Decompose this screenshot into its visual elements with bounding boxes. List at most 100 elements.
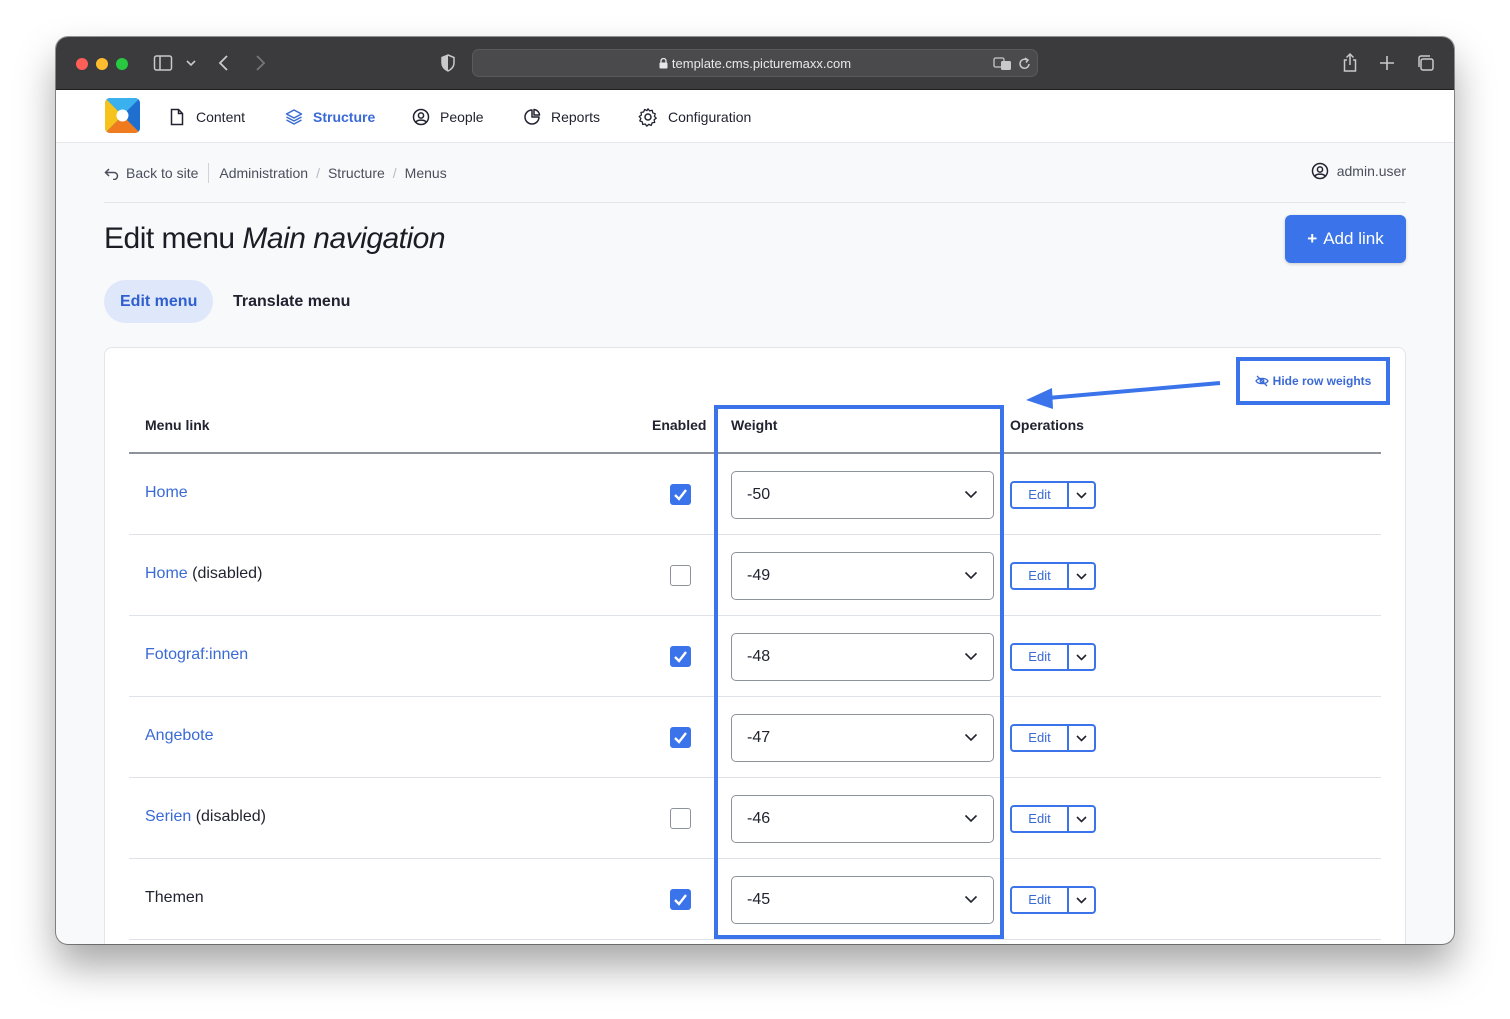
nav-reports[interactable]: Reports [523, 90, 600, 143]
chevron-down-icon [1076, 653, 1087, 661]
chevron-down-icon [964, 814, 978, 823]
share-icon[interactable] [1341, 51, 1359, 75]
operations-toggle-button[interactable] [1069, 483, 1094, 507]
breadcrumb-menus[interactable]: Menus [405, 165, 447, 181]
operations-toggle-button[interactable] [1069, 726, 1094, 750]
address-bar[interactable]: template.cms.picturemaxx.com [472, 49, 1038, 77]
weight-select[interactable]: -49 [731, 552, 994, 600]
menu-link[interactable]: Home [145, 565, 188, 582]
back-arrow-icon [104, 168, 119, 180]
breadcrumb-structure[interactable]: Structure [328, 165, 385, 181]
new-tab-icon[interactable] [1378, 51, 1396, 75]
chevron-down-icon [1076, 491, 1087, 499]
table-row: Themen -45 Edit [129, 859, 1381, 940]
weight-value: -49 [747, 567, 771, 584]
forward-arrow-icon[interactable] [252, 51, 268, 75]
lock-icon [659, 50, 668, 78]
enabled-checkbox[interactable] [670, 484, 691, 505]
nav-structure[interactable]: Structure [285, 90, 375, 143]
chevron-down-icon [1076, 734, 1087, 742]
zoom-window-button[interactable] [116, 58, 128, 70]
edit-button[interactable]: Edit [1012, 888, 1069, 912]
browser-window: template.cms.picturemaxx.com Content Str… [56, 37, 1454, 944]
check-icon [674, 489, 687, 501]
minimize-window-button[interactable] [96, 58, 108, 70]
back-to-site-link[interactable]: Back to site [104, 163, 210, 183]
weight-select[interactable]: -47 [731, 714, 994, 762]
weight-select[interactable]: -45 [731, 876, 994, 924]
enabled-checkbox[interactable] [670, 808, 691, 829]
menu-link-title: Home [145, 484, 188, 502]
edit-button[interactable]: Edit [1012, 807, 1069, 831]
shield-icon[interactable] [439, 51, 457, 75]
check-icon [674, 732, 687, 744]
menu-link[interactable]: Serien [145, 808, 191, 825]
url-text: template.cms.picturemaxx.com [671, 56, 852, 71]
menu-link[interactable]: Home [145, 484, 188, 501]
close-window-button[interactable] [76, 58, 88, 70]
enabled-checkbox[interactable] [670, 889, 691, 910]
operations-toggle-button[interactable] [1069, 888, 1094, 912]
page-title: Edit menu Main navigation [104, 222, 446, 256]
menu-link-title: Angebote [145, 727, 214, 745]
layers-icon [285, 108, 303, 125]
nav-configuration[interactable]: Configuration [638, 90, 751, 143]
user-menu[interactable]: admin.user [1311, 162, 1406, 180]
pie-chart-icon [524, 108, 541, 125]
reload-icon[interactable] [1018, 52, 1032, 76]
enabled-checkbox[interactable] [670, 565, 691, 586]
add-link-button[interactable]: + Add link [1285, 215, 1406, 263]
chevron-down-icon [964, 733, 978, 742]
table-row: Fotograf:innen -48 Edit [129, 616, 1381, 697]
weight-select[interactable]: -46 [731, 795, 994, 843]
file-icon [170, 108, 184, 125]
check-icon [674, 651, 687, 663]
edit-button[interactable]: Edit [1012, 483, 1069, 507]
menu-link[interactable]: Angebote [145, 727, 214, 744]
back-to-site-label: Back to site [126, 165, 199, 181]
user-circle-icon [1311, 162, 1328, 180]
admin-toolbar: Content Structure People Reports Configu… [56, 90, 1454, 143]
hide-row-weights-label: Hide row weights [1272, 374, 1372, 388]
weight-select[interactable]: -48 [731, 633, 994, 681]
page-title-menu-name: Main navigation [242, 222, 446, 255]
enabled-checkbox[interactable] [670, 727, 691, 748]
operations-dropbutton: Edit [1010, 481, 1096, 509]
hide-row-weights-button[interactable]: Hide row weights [1236, 357, 1390, 405]
operations-toggle-button[interactable] [1069, 807, 1094, 831]
gear-icon [638, 107, 657, 127]
nav-content[interactable]: Content [168, 90, 245, 143]
nav-reports-label: Reports [551, 108, 601, 125]
weight-value: -47 [747, 729, 771, 746]
chevron-down-icon [1076, 572, 1087, 580]
menu-link[interactable]: Fotograf:innen [145, 646, 248, 663]
operations-dropbutton: Edit [1010, 562, 1096, 590]
edit-button[interactable]: Edit [1012, 645, 1069, 669]
chevron-down-icon [964, 895, 978, 904]
operations-toggle-button[interactable] [1069, 564, 1094, 588]
weight-select[interactable]: -50 [731, 471, 994, 519]
operations-dropbutton: Edit [1010, 805, 1096, 833]
operations-toggle-button[interactable] [1069, 645, 1094, 669]
translate-icon[interactable] [993, 52, 1013, 76]
edit-button[interactable]: Edit [1012, 564, 1069, 588]
site-logo[interactable] [105, 98, 140, 133]
table-row: Serien (disabled) -46 Edit [129, 778, 1381, 859]
tab-translate-menu[interactable]: Translate menu [217, 280, 366, 323]
tab-edit-menu[interactable]: Edit menu [104, 280, 214, 323]
divider [104, 202, 1406, 203]
edit-button[interactable]: Edit [1012, 726, 1069, 750]
nav-people[interactable]: People [412, 90, 484, 143]
chevron-down-icon [1076, 815, 1087, 823]
add-link-label: Add link [1323, 229, 1384, 248]
breadcrumb-administration[interactable]: Administration [219, 165, 308, 181]
tab-overview-icon[interactable] [1416, 51, 1436, 75]
back-arrow-icon[interactable] [216, 51, 232, 75]
table-row: Angebote -47 Edit [129, 697, 1381, 778]
user-circle-icon [412, 108, 430, 125]
sidebar-toggle-icon[interactable] [153, 51, 175, 75]
enabled-checkbox[interactable] [670, 646, 691, 667]
chevron-down-icon[interactable] [184, 51, 198, 75]
breadcrumb-separator: / [392, 165, 397, 181]
chevron-down-icon [1076, 896, 1087, 904]
